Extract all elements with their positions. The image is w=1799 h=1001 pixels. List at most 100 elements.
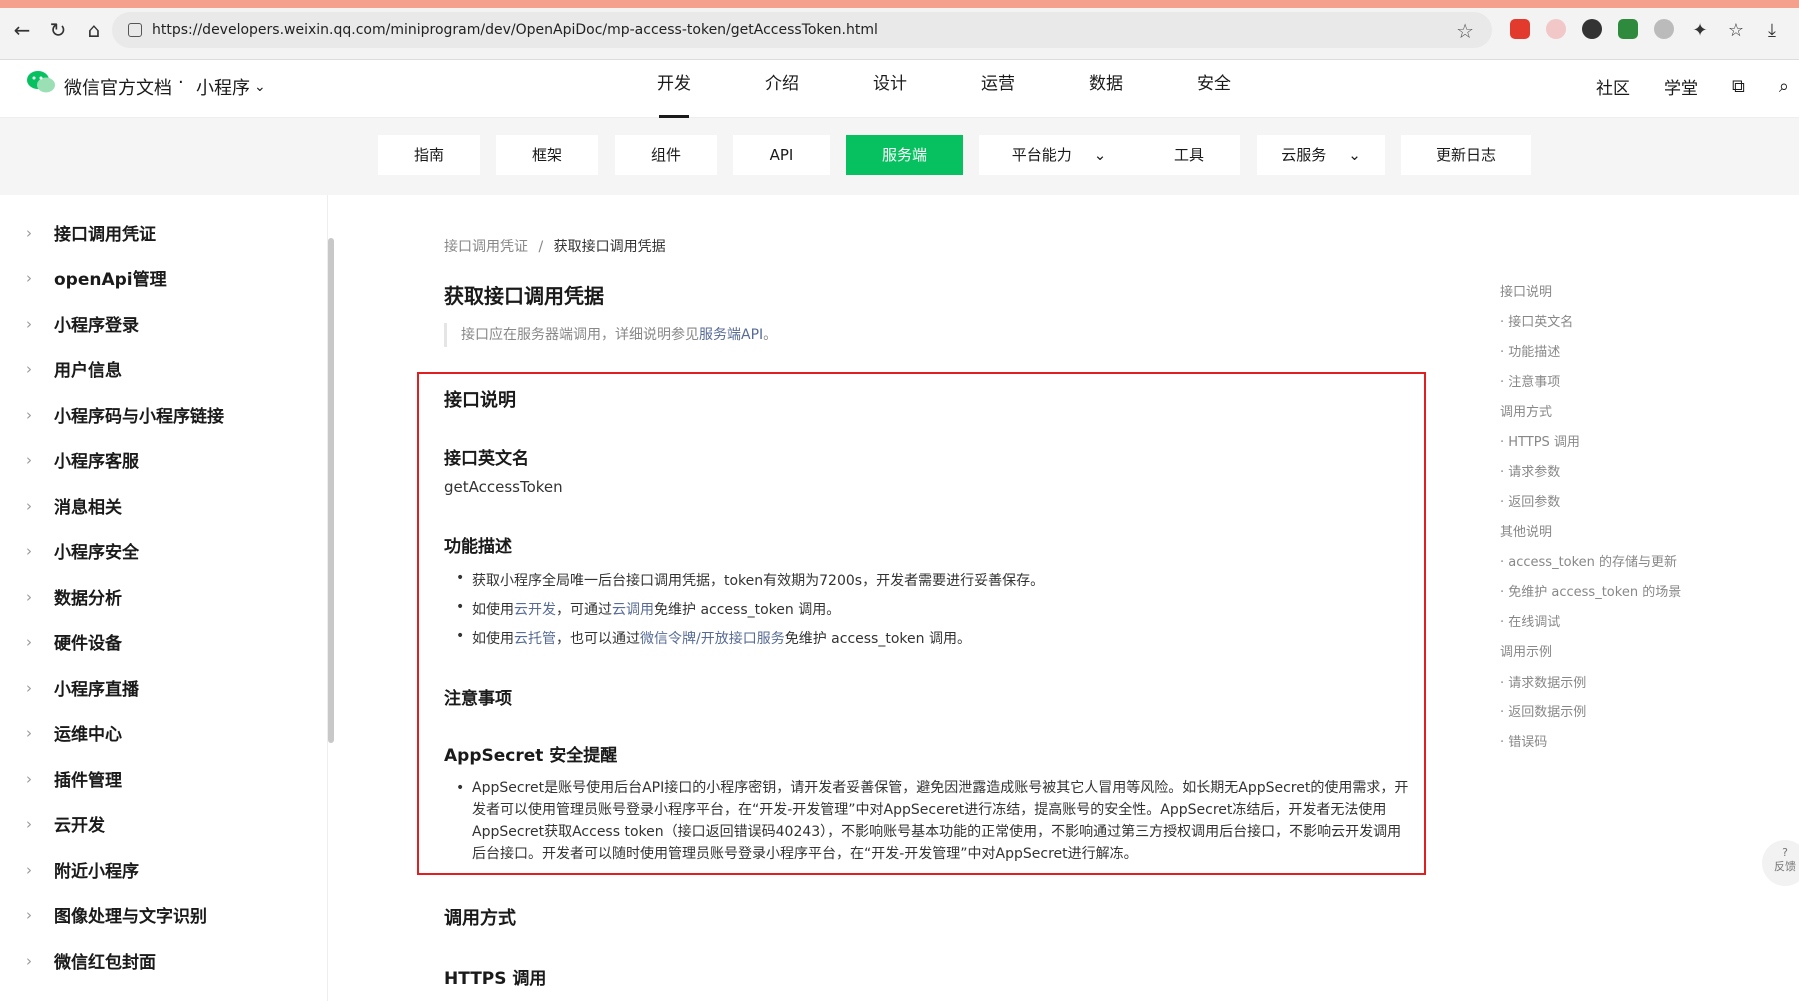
toc-item[interactable]: 调用示例 [1500,641,1552,660]
subnav-platform-label: 平台能力 [1011,146,1072,164]
back-icon[interactable]: ← [8,16,36,44]
chevron-right-icon: › [26,814,32,833]
wechat-logo-icon[interactable] [26,70,56,94]
toc-item[interactable]: · 返回参数 [1500,491,1560,510]
brand-title[interactable]: 微信官方文档 [64,74,172,100]
subsection-appsecret: AppSecret 安全提醒 [444,746,618,766]
extension-gray-icon[interactable] [1654,19,1674,39]
sidebar-item[interactable]: › 附近小程序 [26,857,139,883]
note-text: 接口应在服务器端调用，详细说明参见 [461,327,699,343]
subnav-guide[interactable]: 指南 [378,135,480,175]
breadcrumb: 接口调用凭证 / 获取接口调用凭据 [444,236,666,256]
subnav-changelog[interactable]: 更新日志 [1401,135,1531,175]
toc-item[interactable]: 接口说明 [1500,281,1552,300]
community-link[interactable]: 社区 [1596,74,1630,99]
chevron-right-icon: › [26,860,32,879]
subnav-api[interactable]: API [733,135,830,175]
toc-item[interactable]: · 在线调试 [1500,611,1560,630]
favorites-icon[interactable]: ☆ [1722,16,1750,44]
cloud-dev-link[interactable]: 云开发 [514,602,556,618]
subnav-tools[interactable]: 工具 [1138,135,1240,175]
sidebar-item[interactable]: › 数据分析 [26,584,122,610]
cloud-hosting-link[interactable]: 云托管 [514,631,556,647]
chevron-down-icon: ⌄ [254,79,266,95]
sidebar-item[interactable]: › 图像处理与文字识别 [26,902,207,928]
bullet-text: ，可通过 [556,602,612,618]
download-icon[interactable]: ⤓ [1758,16,1786,44]
sidebar-item[interactable]: › 硬件设备 [26,629,122,655]
subnav-server[interactable]: 服务端 [846,135,963,175]
toc-item[interactable]: · access_token 的存储与更新 [1500,551,1677,570]
toc-item[interactable]: 调用方式 [1500,401,1552,420]
extension-avatar-icon[interactable] [1546,19,1566,39]
browser-toolbar: ← ↻ ⌂ https://developers.weixin.qq.com/m… [0,0,1799,60]
brand-separator: · [178,72,184,93]
note-suffix: 。 [763,327,778,343]
toc-item[interactable]: · 错误码 [1500,731,1547,750]
extensions-puzzle-icon[interactable]: ✦ [1686,16,1714,44]
top-nav-dev[interactable]: 开发 [620,60,728,118]
toc-item[interactable]: · 功能描述 [1500,341,1560,360]
home-icon[interactable]: ⌂ [80,16,108,44]
cloud-call-link[interactable]: 云调用 [612,602,654,618]
sidebar-item[interactable]: › 小程序安全 [26,538,139,564]
toc-item[interactable]: 其他说明 [1500,521,1552,540]
academy-link[interactable]: 学堂 [1664,74,1698,99]
toc-item[interactable]: · 请求参数 [1500,461,1560,480]
top-nav-security[interactable]: 安全 [1160,60,1268,118]
sidebar-item-label: 小程序直播 [54,680,139,700]
subnav-cloud[interactable]: 云服务 ⌄ [1257,135,1385,175]
address-bar[interactable]: https://developers.weixin.qq.com/minipro… [112,12,1492,48]
toc-item[interactable]: · 接口英文名 [1500,311,1573,330]
site-header: 微信官方文档 · 小程序 ⌄ 开发 介绍 设计 运营 数据 安全 社区 学堂 ⧉… [0,60,1799,118]
server-api-link[interactable]: 服务端API [699,327,763,343]
toc-item[interactable]: · 免维护 access_token 的场景 [1500,581,1681,600]
sidebar-item[interactable]: › 小程序直播 [26,675,139,701]
appsecret-bullet: AppSecret是账号使用后台API接口的小程序密钥，请开发者妥善保管，避免因… [456,777,1412,865]
feature-bullet: 如使用云开发，可通过云调用免维护 access_token 调用。 [456,599,840,619]
sidebar-item[interactable]: › 小程序客服 [26,447,139,473]
left-sidebar: › 接口调用凭证 › openApi管理 › 小程序登录 › 用户信息 › 小程序码与小程… [0,195,328,1001]
toc-item[interactable]: · 请求数据示例 [1500,672,1586,691]
external-link-icon[interactable]: ⧉ [1732,76,1745,97]
chevron-right-icon: › [26,723,32,742]
breadcrumb-parent[interactable]: 接口调用凭证 [444,239,528,255]
bookmark-star-icon[interactable]: ☆ [1456,19,1474,43]
top-nav-intro[interactable]: 介绍 [728,60,836,118]
top-nav-operation[interactable]: 运营 [944,60,1052,118]
sidebar-item[interactable]: › 运维中心 [26,720,122,746]
top-nav-data[interactable]: 数据 [1052,60,1160,118]
sidebar-item[interactable]: › 小程序码与小程序链接 [26,402,224,428]
subnav-framework[interactable]: 框架 [496,135,598,175]
chevron-right-icon: › [26,223,32,242]
breadcrumb-separator: / [538,239,544,255]
subnav-platform[interactable]: 平台能力 ⌄ [979,135,1139,175]
reload-icon[interactable]: ↻ [44,16,72,44]
sidebar-item[interactable]: › 接口调用凭证 [26,220,156,246]
chevron-right-icon: › [26,587,32,606]
sidebar-item[interactable]: › openApi管理 [26,265,167,291]
product-switcher[interactable]: 小程序 ⌄ [196,74,266,100]
feedback-button[interactable]: ? 反馈 [1762,840,1799,886]
toc-item[interactable]: · 注意事项 [1500,371,1560,390]
toc-item[interactable]: · 返回数据示例 [1500,701,1586,720]
sidebar-scrollbar[interactable] [328,238,334,743]
search-icon[interactable]: ⌕ [1779,76,1789,97]
sidebar-item-label: 消息相关 [54,498,122,518]
site-info-icon[interactable] [128,23,142,37]
sidebar-item[interactable]: › 消息相关 [26,493,122,519]
sidebar-item[interactable]: › 微信红包封面 [26,948,156,974]
bullet-text: ，也可以通过 [556,631,640,647]
sidebar-item[interactable]: › 云开发 [26,811,105,837]
sidebar-item[interactable]: › 插件管理 [26,766,122,792]
subnav-components[interactable]: 组件 [615,135,717,175]
subsection-notes: 注意事项 [444,689,512,709]
sidebar-item[interactable]: › 小程序登录 [26,311,139,337]
extension-dark-icon[interactable] [1582,19,1602,39]
wechat-token-service-link[interactable]: 微信令牌/开放接口服务 [640,631,785,647]
top-nav-design[interactable]: 设计 [836,60,944,118]
extension-red-icon[interactable] [1510,19,1530,39]
sidebar-item[interactable]: › 用户信息 [26,356,122,382]
extension-green-icon[interactable] [1618,19,1638,39]
toc-item[interactable]: · HTTPS 调用 [1500,431,1580,450]
